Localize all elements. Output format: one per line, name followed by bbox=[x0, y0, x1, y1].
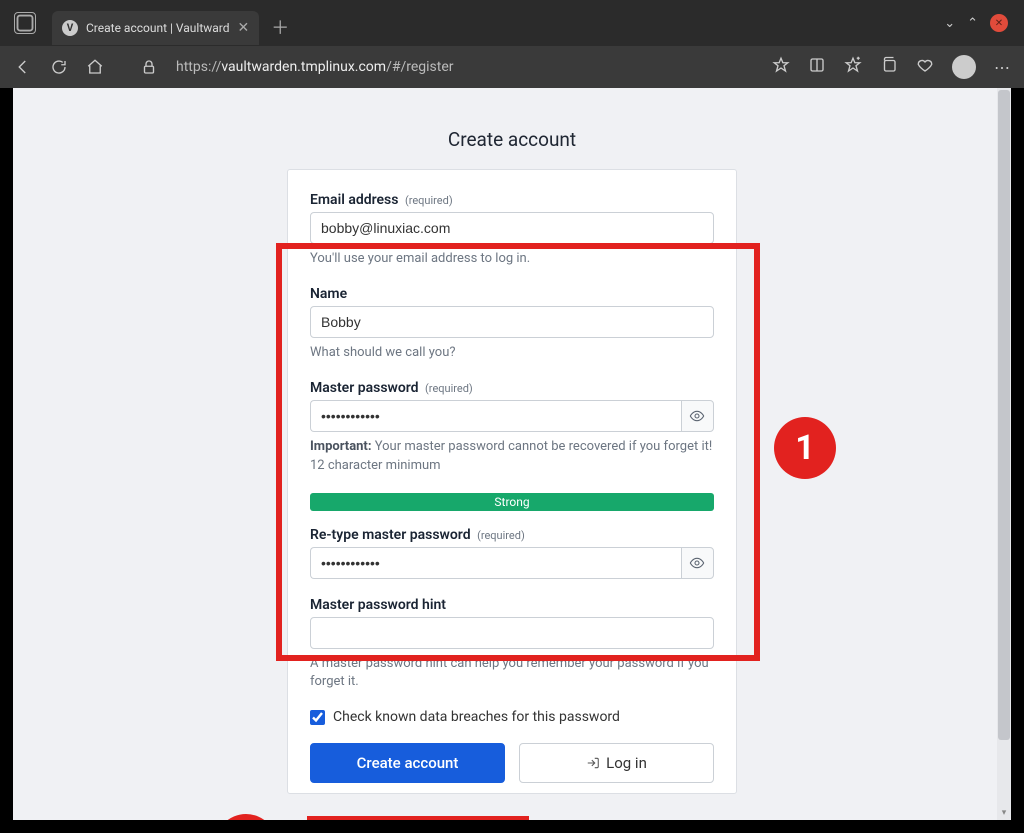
breach-check-row[interactable]: Check known data breaches for this passw… bbox=[310, 709, 714, 725]
star-icon[interactable] bbox=[772, 56, 790, 78]
retype-input[interactable] bbox=[310, 547, 681, 579]
password-strength-bar: Strong bbox=[310, 493, 714, 511]
breach-check-checkbox[interactable] bbox=[310, 710, 325, 725]
tab-overview-icon[interactable] bbox=[14, 12, 36, 34]
url-path: /#/register bbox=[386, 59, 453, 75]
eye-icon bbox=[689, 555, 705, 571]
address-bar[interactable]: https://vaultwarden.tmplinux.com/#/regis… bbox=[176, 59, 754, 75]
annotation-circle-2: 2 bbox=[215, 814, 277, 820]
chevron-down-icon[interactable]: ⌄ bbox=[944, 16, 955, 31]
annotation-circle-1: 1 bbox=[774, 417, 836, 479]
button-row: Create account Log in bbox=[310, 743, 714, 783]
collections-icon[interactable] bbox=[880, 56, 898, 78]
login-icon bbox=[586, 756, 600, 770]
url-scheme: https:// bbox=[176, 59, 221, 75]
page-title: Create account bbox=[13, 88, 1011, 169]
breach-check-label: Check known data breaches for this passw… bbox=[333, 709, 620, 725]
email-input[interactable] bbox=[310, 212, 714, 244]
master-password-label: Master password (required) bbox=[310, 380, 714, 396]
scrollbar[interactable]: ▾ bbox=[997, 88, 1011, 820]
scroll-down-icon[interactable]: ▾ bbox=[997, 806, 1011, 820]
name-label: Name bbox=[310, 286, 714, 302]
heart-icon[interactable] bbox=[916, 56, 934, 78]
back-button[interactable] bbox=[14, 58, 32, 76]
browser-tab[interactable]: V Create account | Vaultward ✕ bbox=[52, 11, 259, 45]
hint-label: Master password hint bbox=[310, 597, 714, 613]
hint-help: A master password hint can help you reme… bbox=[310, 655, 714, 691]
tab-close-icon[interactable]: ✕ bbox=[238, 20, 250, 36]
home-button[interactable] bbox=[86, 58, 104, 76]
name-field-group: Name What should we call you? bbox=[310, 286, 714, 362]
toggle-retype-visibility[interactable] bbox=[681, 547, 714, 579]
register-card: Email address (required) You'll use your… bbox=[287, 169, 737, 794]
tab-title: Create account | Vaultward bbox=[86, 21, 230, 35]
master-password-input[interactable] bbox=[310, 400, 681, 432]
create-account-button[interactable]: Create account bbox=[310, 743, 505, 783]
reload-button[interactable] bbox=[50, 58, 68, 76]
lock-icon[interactable] bbox=[140, 58, 158, 76]
email-hint: You'll use your email address to log in. bbox=[310, 250, 714, 268]
master-password-hint: Important: Your master password cannot b… bbox=[310, 438, 714, 474]
favicon-icon: V bbox=[62, 20, 78, 36]
favorites-icon[interactable] bbox=[844, 56, 862, 78]
chevron-up-icon[interactable]: ⌃ bbox=[967, 16, 978, 31]
url-host: vaultwarden.tmplinux.com bbox=[221, 59, 386, 75]
window-titlebar: V Create account | Vaultward ✕ ＋ ⌄ ⌃ ✕ bbox=[0, 0, 1024, 46]
page-viewport: ▾ Create account Email address (required… bbox=[13, 88, 1011, 820]
menu-icon[interactable]: ⋯ bbox=[994, 58, 1010, 77]
browser-toolbar: https://vaultwarden.tmplinux.com/#/regis… bbox=[0, 46, 1024, 88]
profile-avatar[interactable] bbox=[952, 55, 976, 79]
scrollbar-thumb[interactable] bbox=[998, 90, 1010, 740]
name-input[interactable] bbox=[310, 306, 714, 338]
eye-icon bbox=[689, 408, 705, 424]
hint-field-group: Master password hint A master password h… bbox=[310, 597, 714, 691]
login-button[interactable]: Log in bbox=[519, 743, 714, 783]
email-label: Email address (required) bbox=[310, 192, 714, 208]
hint-input[interactable] bbox=[310, 617, 714, 649]
window-close-icon[interactable]: ✕ bbox=[990, 14, 1008, 32]
toolbar-actions: ⋯ bbox=[772, 55, 1010, 79]
new-tab-button[interactable]: ＋ bbox=[271, 14, 289, 40]
master-password-field-group: Master password (required) Important: Yo… bbox=[310, 380, 714, 474]
email-field-group: Email address (required) You'll use your… bbox=[310, 192, 714, 268]
annotation-box-2 bbox=[307, 816, 529, 820]
window-controls: ⌄ ⌃ ✕ bbox=[944, 14, 1018, 32]
retype-field-group: Re-type master password (required) bbox=[310, 527, 714, 579]
reader-icon[interactable] bbox=[808, 56, 826, 78]
toggle-password-visibility[interactable] bbox=[681, 400, 714, 432]
retype-label: Re-type master password (required) bbox=[310, 527, 714, 543]
name-hint: What should we call you? bbox=[310, 344, 714, 362]
